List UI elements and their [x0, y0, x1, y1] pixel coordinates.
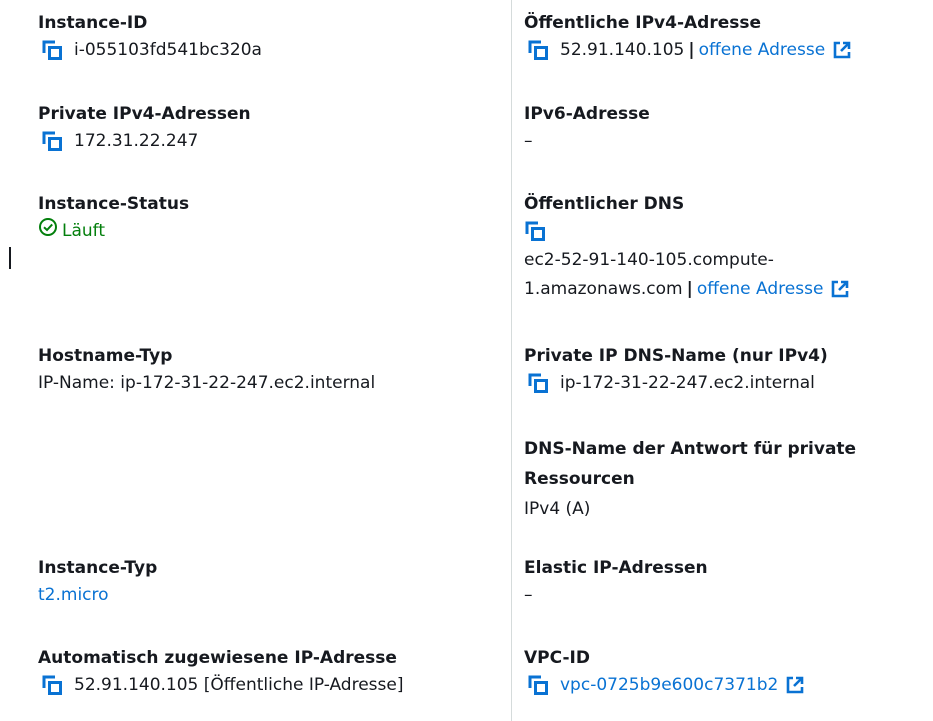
field-label: Instance-Status — [38, 194, 190, 214]
public-dns-value-line2: 1.amazonaws.com — [524, 279, 683, 299]
elastic-ip-value: – — [524, 585, 533, 605]
field-label: Öffentliche IPv4-Adresse — [524, 13, 762, 33]
text-cursor — [9, 247, 11, 269]
ipv6-value: – — [524, 131, 533, 151]
field-public-ipv4: Öffentliche IPv4-Adresse 52.91.140.105 |… — [524, 10, 852, 64]
open-address-link[interactable]: offene Adresse — [697, 276, 824, 302]
field-private-dns: Private IP DNS-Name (nur IPv4) ip-172-31… — [524, 343, 828, 397]
field-ipv6: IPv6-Adresse – — [524, 101, 650, 155]
field-instance-status: Instance-Status Läuft — [38, 191, 189, 245]
auto-ip-value: 52.91.140.105 [Öffentliche IP-Adresse] — [74, 675, 404, 695]
field-private-ipv4: Private IPv4-Adressen 172.31.22.247 — [38, 101, 251, 155]
public-dns-value-line1: ec2-52-91-140-105.compute- — [524, 250, 774, 270]
instance-type-link[interactable]: t2.micro — [38, 581, 157, 609]
private-ipv4-value: 172.31.22.247 — [74, 131, 199, 151]
field-vpc-id: VPC-ID vpc-0725b9e600c7371b2 — [524, 645, 805, 699]
field-label: Private IPv4-Adressen — [38, 104, 251, 124]
copy-icon[interactable] — [41, 39, 63, 61]
public-ipv4-value: 52.91.140.105 — [560, 40, 685, 60]
field-label: Private IP DNS-Name (nur IPv4) — [524, 346, 828, 366]
field-auto-ip: Automatisch zugewiesene IP-Adresse 52.91… — [38, 645, 403, 699]
external-link-icon[interactable] — [832, 40, 852, 60]
field-elastic-ip: Elastic IP-Adressen – — [524, 555, 708, 609]
separator: | — [686, 279, 693, 299]
field-instance-id: Instance-ID i-055103fd541bc320a — [38, 10, 262, 64]
field-label: Automatisch zugewiesene IP-Adresse — [38, 648, 397, 668]
field-label: Öffentlicher DNS — [524, 194, 685, 214]
instance-id-value: i-055103fd541bc320a — [74, 40, 262, 60]
private-dns-value: ip-172-31-22-247.ec2.internal — [560, 373, 815, 393]
field-hostname-type: Hostname-Typ IP-Name: ip-172-31-22-247.e… — [38, 343, 375, 397]
external-link-icon[interactable] — [785, 675, 805, 695]
external-link-icon[interactable] — [830, 279, 850, 299]
dns-answer-value: IPv4 (A) — [524, 499, 591, 519]
field-label: VPC-ID — [524, 648, 590, 668]
field-instance-type: Instance-Typ t2.micro — [38, 555, 157, 609]
copy-icon[interactable] — [41, 130, 63, 152]
vpc-id-link[interactable]: vpc-0725b9e600c7371b2 — [560, 672, 778, 698]
field-label: Elastic IP-Adressen — [524, 558, 708, 578]
copy-icon[interactable] — [527, 372, 549, 394]
field-dns-answer: DNS-Name der Antwort für private Ressour… — [524, 434, 856, 524]
field-label-cont: Ressourcen — [524, 469, 635, 489]
hostname-type-value: IP-Name: ip-172-31-22-247.ec2.internal — [38, 373, 376, 393]
field-public-dns: Öffentlicher DNS ec2-52-91-140-105.compu… — [524, 191, 850, 303]
copy-icon[interactable] — [527, 39, 549, 61]
field-label: IPv6-Adresse — [524, 104, 650, 124]
copy-icon[interactable] — [527, 674, 549, 696]
field-label: Hostname-Typ — [38, 346, 173, 366]
field-label: Instance-Typ — [38, 558, 158, 578]
open-address-link[interactable]: offene Adresse — [699, 37, 826, 63]
separator: | — [688, 40, 695, 60]
copy-icon[interactable] — [41, 674, 63, 696]
instance-status-value: Läuft — [62, 221, 106, 241]
copy-icon[interactable] — [524, 220, 546, 242]
field-label: DNS-Name der Antwort für private — [524, 439, 857, 459]
status-check-icon — [38, 217, 62, 245]
column-divider — [511, 0, 512, 721]
field-label: Instance-ID — [38, 13, 148, 33]
